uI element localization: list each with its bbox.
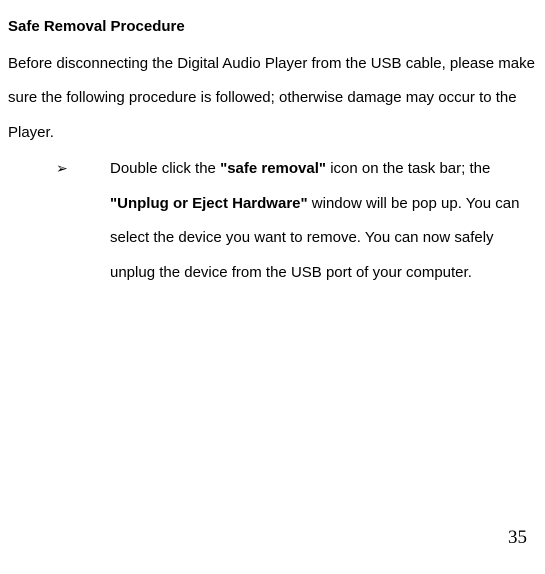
section-heading: Safe Removal Procedure	[8, 10, 537, 45]
bullet-text: Double click the "safe removal" icon on …	[110, 152, 533, 290]
bullet-marker-icon: ➢	[56, 152, 110, 290]
bold-term-safe-removal: safe removal	[227, 160, 319, 177]
bold-quote-close: "	[319, 160, 326, 177]
intro-paragraph: Before disconnecting the Digital Audio P…	[8, 47, 537, 151]
text-segment: icon on the task bar; the	[326, 160, 490, 177]
page-number: 35	[508, 516, 527, 560]
text-segment: Double click the	[110, 160, 220, 177]
bullet-item: ➢ Double click the "safe removal" icon o…	[8, 152, 537, 290]
bold-term-unplug-eject: Unplug or Eject Hardware	[117, 195, 300, 212]
bold-quote-close: "	[301, 195, 308, 212]
